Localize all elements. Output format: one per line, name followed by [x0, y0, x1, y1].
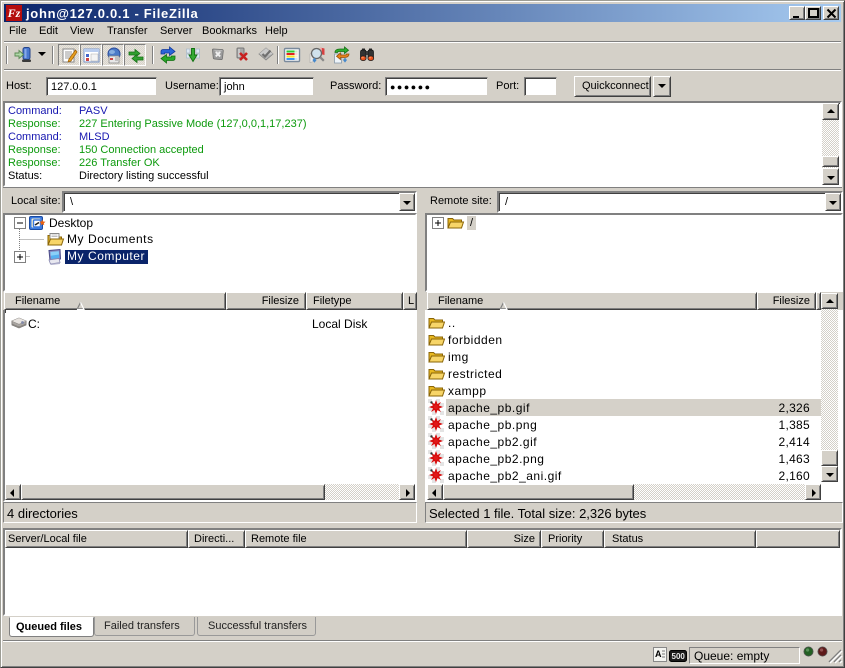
svg-text:500: 500 — [672, 652, 686, 661]
svg-text:A: A — [655, 649, 662, 659]
